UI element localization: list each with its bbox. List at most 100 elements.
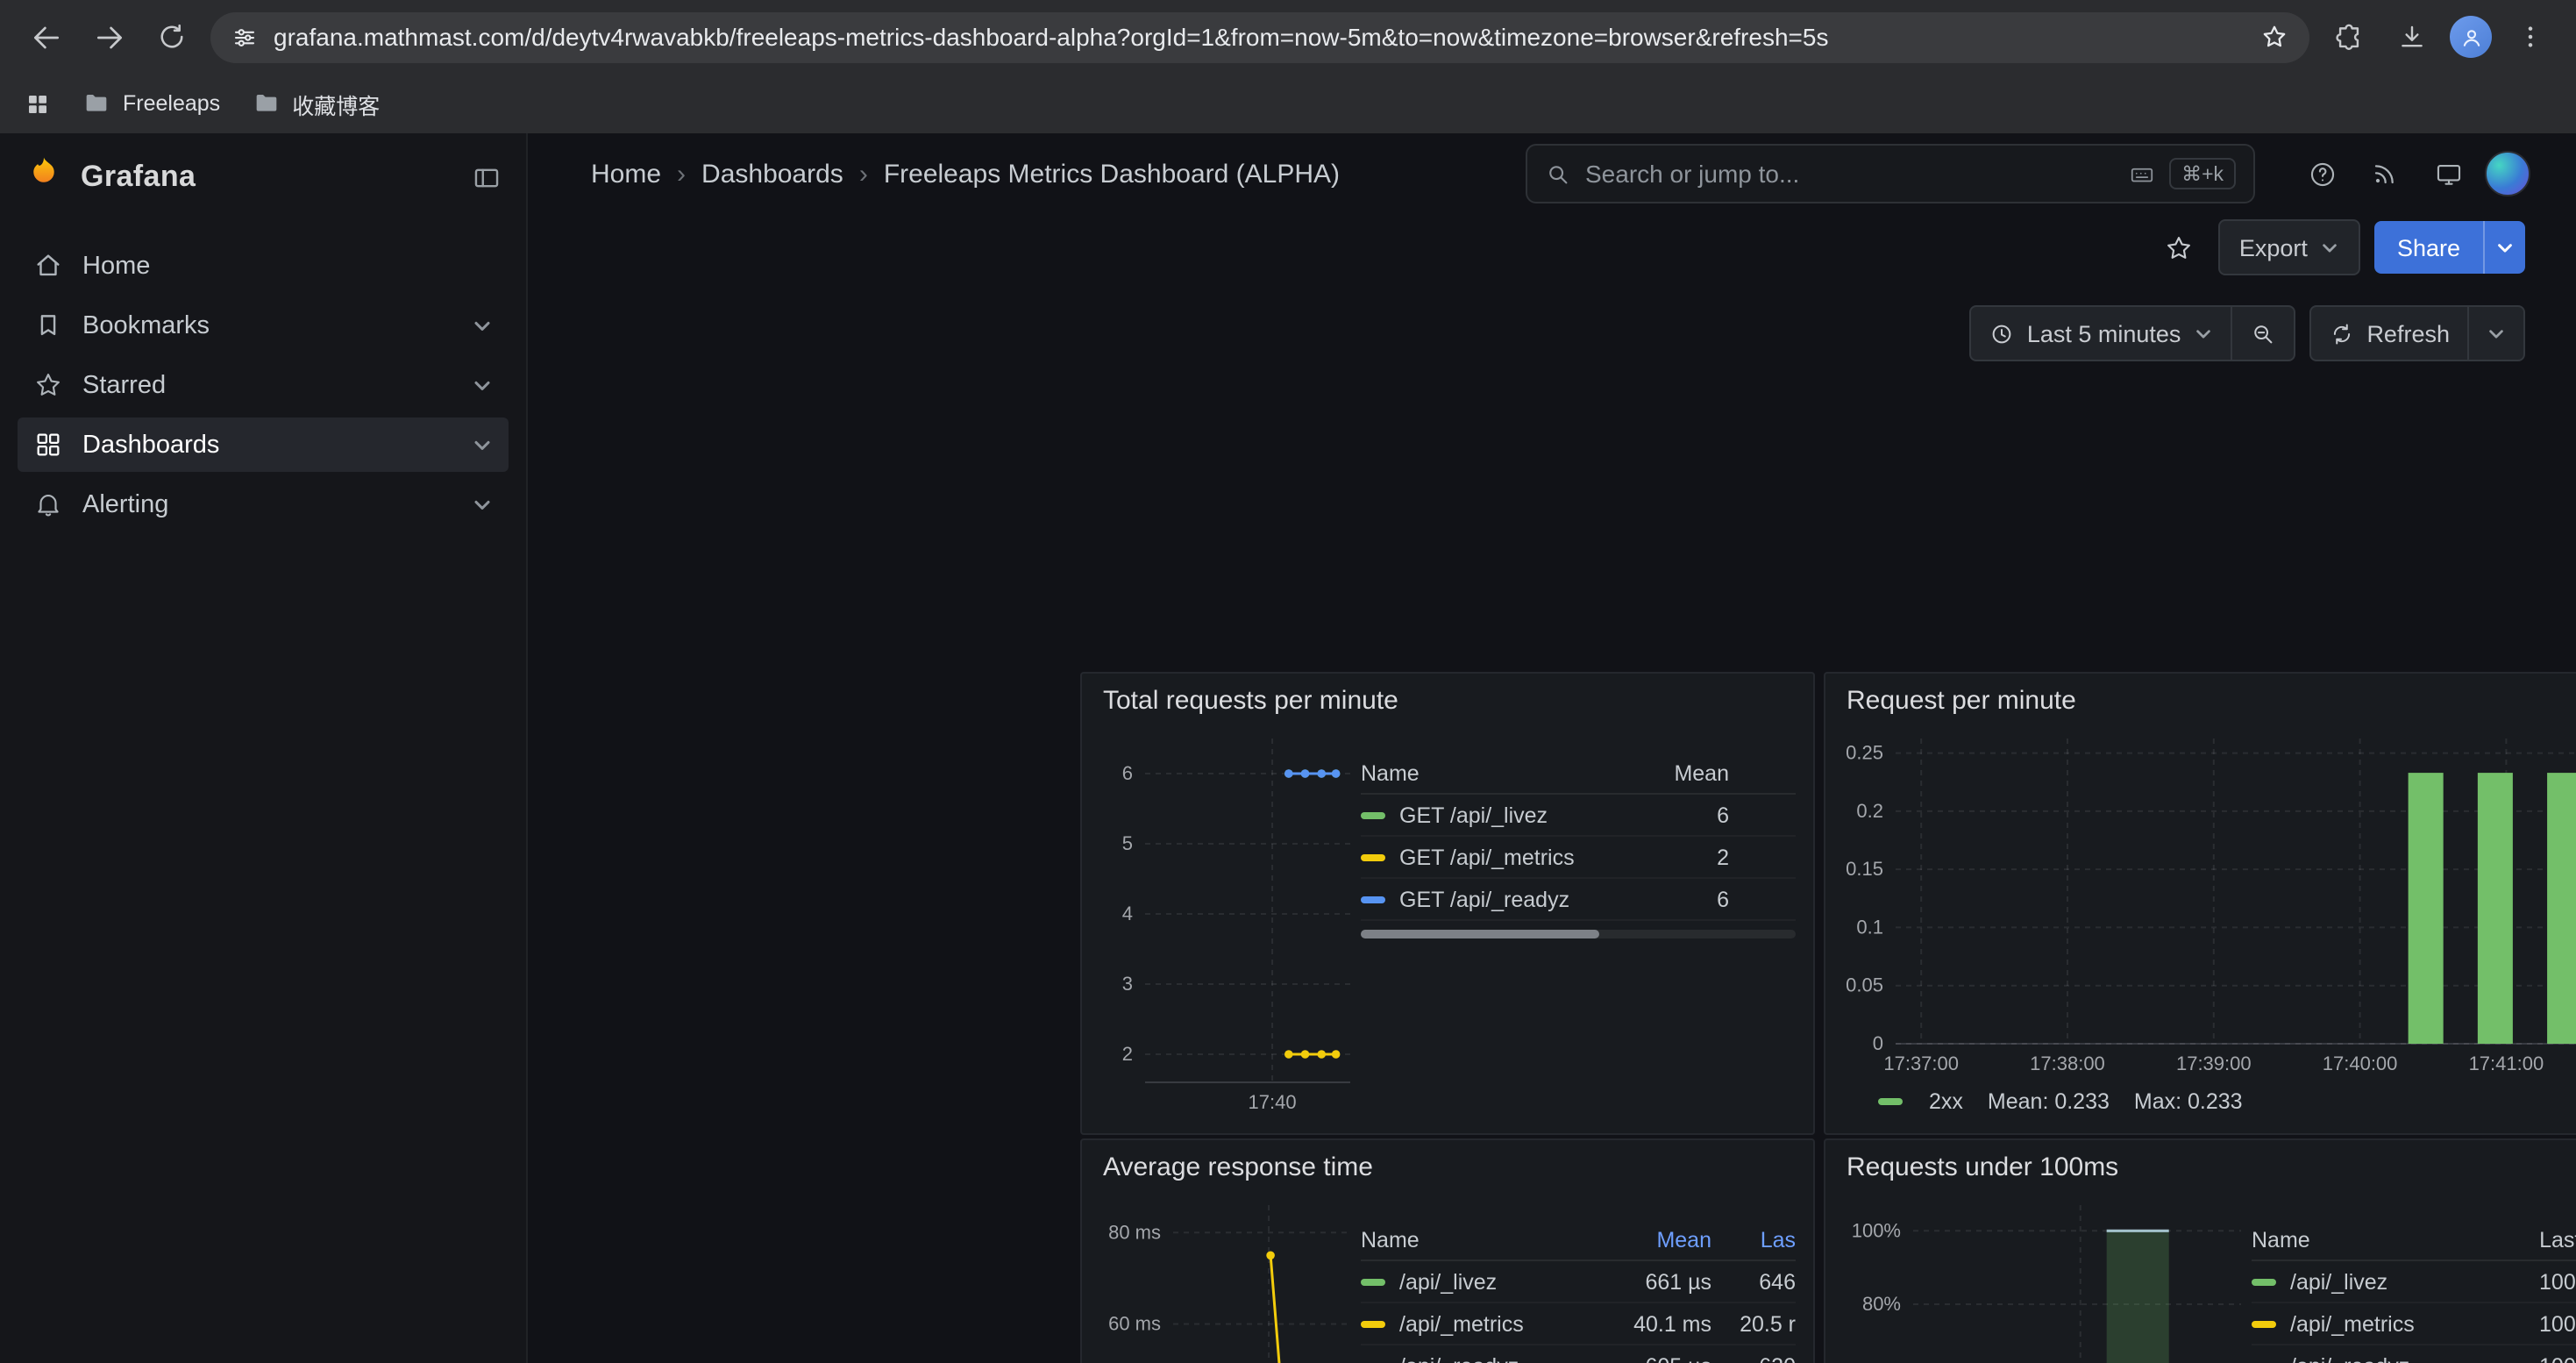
sidebar-item-alerting[interactable]: Alerting	[18, 477, 509, 532]
monitor-icon[interactable]	[2422, 147, 2474, 200]
legend-row: GET /api/_metrics 2	[1361, 837, 1796, 879]
browser-menu-icon[interactable]	[2506, 12, 2555, 61]
dock-sidebar-icon[interactable]	[472, 162, 502, 192]
search-icon	[1545, 161, 1571, 187]
sidebar-item-dashboards[interactable]: Dashboards	[18, 417, 509, 472]
zoom-out-button[interactable]	[2230, 307, 2293, 360]
refresh-interval-dropdown[interactable]	[2467, 307, 2523, 360]
panel-title[interactable]: Request per minute	[1825, 674, 2576, 724]
panel-title[interactable]: Average response time	[1082, 1140, 1813, 1191]
svg-text:60 ms: 60 ms	[1108, 1312, 1161, 1334]
breadcrumb-dashboards[interactable]: Dashboards	[701, 159, 843, 189]
legend-row: /api/_metrics 40.1 ms 20.5 r	[1361, 1303, 1796, 1345]
sidebar-item-starred[interactable]: Starred	[18, 358, 509, 412]
panel-legend: Name Mean GET /api/_livez 6 GET /api/_me…	[1361, 753, 1796, 938]
export-button[interactable]: Export	[2218, 219, 2360, 275]
chevron-down-icon[interactable]	[472, 315, 493, 336]
series-swatch	[1361, 1320, 1385, 1327]
bookmark-item[interactable]: 收藏博客	[252, 87, 380, 120]
legend-header-mean[interactable]: Mean	[1603, 1227, 1711, 1252]
series-name[interactable]: /api/_readyz	[2290, 1353, 2511, 1363]
legend-row: /api/_livez 661 µs 646	[1361, 1261, 1796, 1303]
series-name[interactable]: 2xx	[1929, 1088, 1963, 1113]
legend-scrollbar[interactable]	[1361, 930, 1796, 938]
forward-icon[interactable]	[84, 12, 133, 61]
series-name[interactable]: /api/_livez	[1399, 1269, 1603, 1294]
timeseries-chart[interactable]: 6543217:40	[1099, 724, 1361, 1114]
browser-toolbar: grafana.mathmast.com/d/deytv4rwavabkb/fr…	[0, 0, 2576, 74]
grafana-sidebar: Grafana Home Bookmarks	[0, 133, 528, 1363]
legend-header-mean[interactable]: Mean	[1641, 760, 1729, 785]
url-text[interactable]: grafana.mathmast.com/d/deytv4rwavabkb/fr…	[274, 23, 2245, 51]
svg-text:0.15: 0.15	[1846, 858, 1883, 880]
sidebar-item-label: Bookmarks	[82, 311, 210, 339]
time-range-picker[interactable]: Last 5 minutes	[1971, 307, 2231, 360]
share-button[interactable]: Share	[2374, 221, 2525, 274]
svg-text:3: 3	[1122, 973, 1133, 995]
browser-chrome: grafana.mathmast.com/d/deytv4rwavabkb/fr…	[0, 0, 2576, 133]
sidebar-item-home[interactable]: Home	[18, 239, 509, 293]
chevron-down-icon[interactable]	[472, 375, 493, 396]
chevron-down-icon[interactable]	[472, 434, 493, 455]
bookmark-item[interactable]: Freeleaps	[82, 89, 220, 118]
series-name[interactable]: /api/_metrics	[1399, 1311, 1603, 1336]
series-last: 100%	[2511, 1269, 2576, 1294]
bar-chart[interactable]: 0.250.20.150.10.05017:37:0017:38:0017:39…	[1825, 724, 2576, 1084]
panel-title[interactable]: Total requests per minute	[1082, 674, 1813, 724]
series-name[interactable]: GET /api/_livez	[1399, 803, 1641, 827]
sidebar-item-label: Home	[82, 252, 150, 280]
svg-text:0: 0	[1873, 1032, 1883, 1054]
bookmark-label: 收藏博客	[292, 87, 380, 120]
sidebar-item-bookmarks[interactable]: Bookmarks	[18, 298, 509, 353]
apps-grid-icon[interactable]	[25, 90, 51, 117]
legend-header-name[interactable]: Name	[2252, 1227, 2511, 1252]
time-controls: Last 5 minutes Refresh	[1969, 305, 2525, 361]
extensions-icon[interactable]	[2323, 12, 2373, 61]
grafana-profile-avatar[interactable]	[2485, 151, 2530, 196]
browser-profile-avatar[interactable]	[2450, 16, 2492, 58]
legend-header-name[interactable]: Name	[1361, 760, 1641, 785]
scrollbar-thumb[interactable]	[1361, 930, 1600, 938]
series-name[interactable]: GET /api/_metrics	[1399, 845, 1641, 869]
refresh-button[interactable]: Refresh	[2310, 307, 2467, 360]
series-name[interactable]: GET /api/_readyz	[1399, 887, 1641, 911]
panel-average-response-time: Average response time 80 ms60 ms40 ms20 …	[1080, 1138, 1815, 1363]
download-icon[interactable]	[2387, 12, 2436, 61]
bar-chart[interactable]: 100%80%60%40%20%0%17:40	[1843, 1191, 2252, 1363]
series-mean: 40.1 ms	[1603, 1311, 1711, 1336]
grafana-header: Home › Dashboards › Freeleaps Metrics Da…	[528, 133, 2576, 214]
series-swatch	[2252, 1320, 2276, 1327]
legend-header-last[interactable]: Last *	[2511, 1227, 2576, 1252]
chevron-down-icon[interactable]	[472, 494, 493, 515]
dashboards-grid-icon	[33, 430, 63, 460]
reload-icon[interactable]	[147, 12, 196, 61]
favorite-star-icon[interactable]	[2153, 232, 2204, 262]
sidebar-item-label: Dashboards	[82, 431, 219, 459]
bookmark-star-icon[interactable]	[2260, 23, 2288, 51]
share-dropdown-icon[interactable]	[2483, 221, 2525, 274]
sidebar-item-label: Alerting	[82, 490, 168, 518]
legend-header-name[interactable]: Name	[1361, 1227, 1603, 1252]
series-name[interactable]: /api/_livez	[2290, 1269, 2511, 1294]
panel-legend: Name Last * /api/_livez 100% /api/_metri…	[2252, 1219, 2576, 1363]
timeseries-chart[interactable]: 80 ms60 ms40 ms20 ms0 s17:40	[1099, 1191, 1361, 1363]
panel-title[interactable]: Requests under 100ms	[1825, 1140, 2576, 1191]
sidebar-nav: Home Bookmarks Starred	[0, 221, 526, 549]
series-name[interactable]: /api/_metrics	[2290, 1311, 2511, 1336]
help-icon[interactable]	[2295, 147, 2348, 200]
svg-text:17:37:00: 17:37:00	[1883, 1053, 1959, 1074]
panel-legend: 2xx Mean: 0.233 Max: 0.233	[1825, 1084, 2576, 1128]
refresh-label: Refresh	[2366, 320, 2450, 346]
series-swatch	[1361, 896, 1385, 903]
breadcrumb-home[interactable]: Home	[591, 159, 661, 189]
legend-header-last[interactable]: Las	[1711, 1227, 1796, 1252]
series-name[interactable]: /api/_readyz	[1399, 1353, 1603, 1363]
search-input[interactable]: Search or jump to... ⌘+k	[1526, 144, 2255, 203]
address-bar[interactable]: grafana.mathmast.com/d/deytv4rwavabkb/fr…	[210, 11, 2309, 62]
grafana-logo-icon[interactable]	[25, 153, 63, 201]
rss-icon[interactable]	[2359, 147, 2411, 200]
back-icon[interactable]	[21, 12, 70, 61]
svg-text:80 ms: 80 ms	[1108, 1221, 1161, 1243]
time-range-label: Last 5 minutes	[2027, 320, 2181, 346]
site-info-icon[interactable]	[231, 24, 258, 50]
